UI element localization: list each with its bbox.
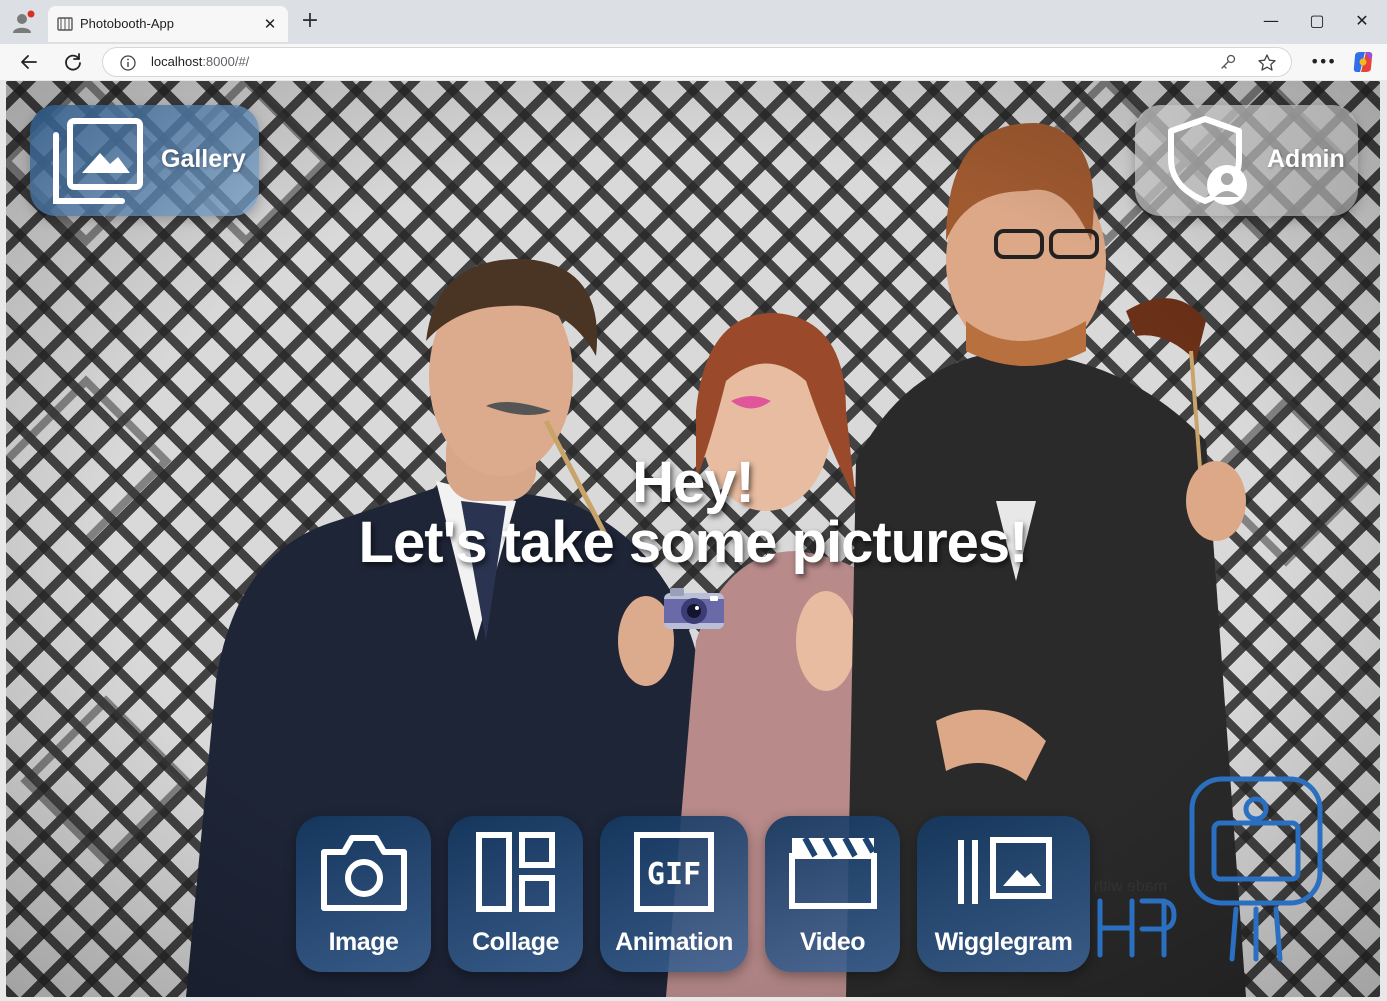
site-info-icon[interactable] (119, 54, 137, 72)
tab-close-icon[interactable]: ✕ (260, 14, 280, 34)
video-label: Video (799, 928, 866, 956)
favorite-star-icon[interactable] (1257, 53, 1277, 73)
admin-button[interactable]: Admin (1135, 105, 1358, 216)
browser-toolbar: localhost:8000/#/ ••• (0, 44, 1387, 80)
clapperboard-icon (789, 836, 877, 909)
svg-text:GIF: GIF (647, 857, 701, 892)
more-menu-icon[interactable]: ••• (1310, 50, 1336, 74)
gallery-button[interactable]: Gallery (30, 105, 259, 216)
video-button[interactable]: Video (765, 816, 900, 972)
photobooth-app-viewport[interactable]: Gallery Admin Hey! Let's take some pictu… (6, 81, 1380, 997)
photobooth-logo-icon (1097, 776, 1323, 962)
gallery-icon (53, 118, 143, 204)
browser-tab[interactable]: Photobooth-App ✕ (48, 6, 288, 42)
url-path: :8000/#/ (202, 54, 250, 69)
minimize-button[interactable]: — (1256, 8, 1286, 34)
address-bar[interactable]: localhost:8000/#/ (102, 47, 1292, 77)
photobooth-favicon-icon (56, 15, 74, 33)
image-label: Image (328, 928, 399, 956)
url-host: localhost (151, 54, 203, 69)
back-arrow-icon[interactable] (15, 48, 43, 76)
profile-avatar-icon[interactable] (10, 9, 36, 35)
wigglegram-button[interactable]: Wigglegram (917, 816, 1090, 972)
wigglegram-icon (958, 837, 1052, 904)
key-icon[interactable] (1219, 53, 1237, 71)
browser-tab-bar: Photobooth-App ✕ + — ▢ ✕ (0, 0, 1387, 44)
reload-icon[interactable] (59, 48, 87, 76)
animation-button[interactable]: GIF Animation (600, 816, 748, 972)
wigglegram-label: Wigglegram (934, 928, 1073, 956)
admin-label: Admin (1267, 145, 1345, 173)
new-tab-button[interactable]: + (298, 10, 322, 34)
collage-icon (476, 832, 555, 912)
image-button[interactable]: Image (296, 816, 431, 972)
gif-icon: GIF (634, 832, 714, 912)
hero-subtitle: Let's take some pictures! (358, 510, 1029, 575)
copilot-icon[interactable] (1351, 50, 1375, 74)
camera-emoji-icon (664, 588, 724, 629)
gallery-label: Gallery (161, 145, 246, 173)
collage-button[interactable]: Collage (448, 816, 583, 972)
url-text[interactable]: localhost:8000/#/ (151, 54, 249, 69)
maximize-button[interactable]: ▢ (1302, 8, 1332, 34)
animation-label: Animation (615, 928, 733, 956)
collage-label: Collage (472, 928, 559, 956)
tab-title: Photobooth-App (80, 16, 174, 31)
close-window-button[interactable]: ✕ (1347, 8, 1377, 34)
admin-shield-icon (1168, 116, 1247, 205)
camera-icon (321, 835, 407, 911)
hero-greeting: Hey! (632, 450, 755, 515)
